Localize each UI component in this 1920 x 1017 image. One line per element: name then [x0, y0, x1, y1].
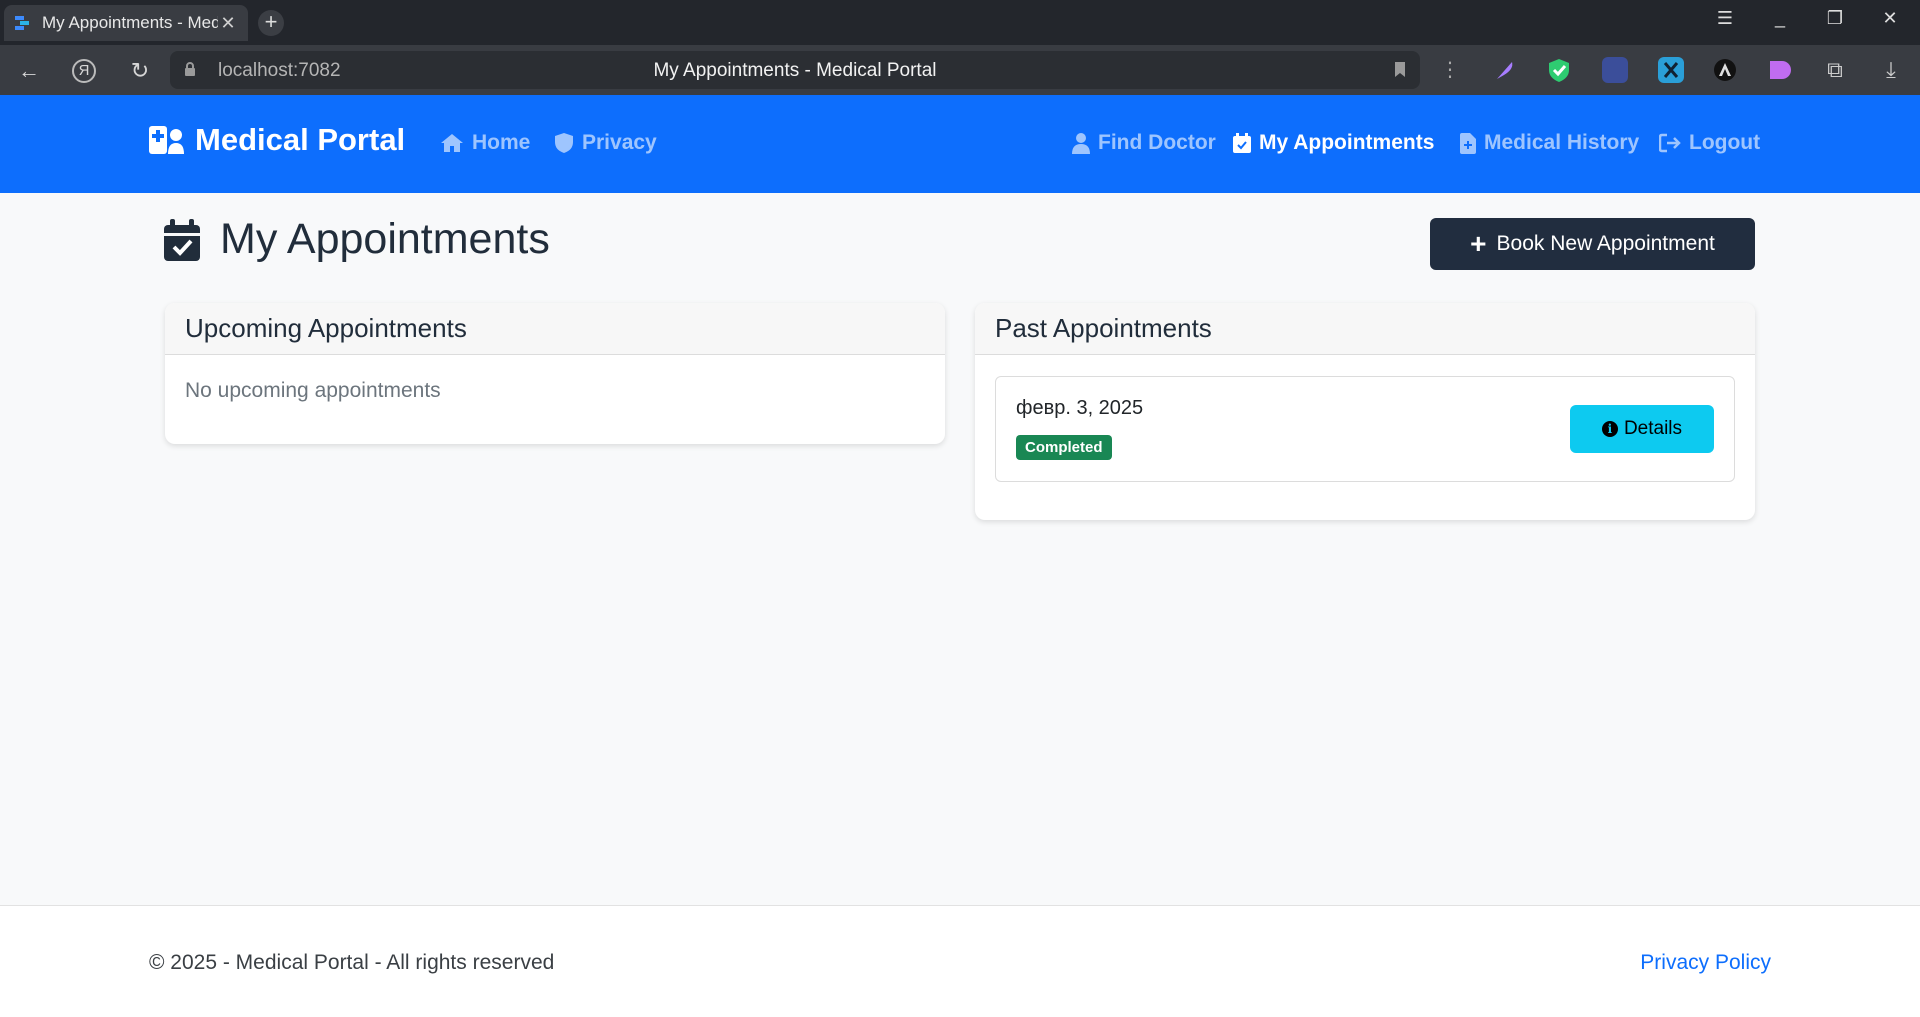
page-title-text: My Appointments — [220, 215, 550, 263]
shield-icon — [555, 133, 573, 153]
extensions-puzzle-icon[interactable]: ⧉ — [1822, 57, 1848, 83]
nav-home-label: Home — [472, 131, 531, 154]
angular-extension-icon[interactable] — [1712, 57, 1738, 83]
nav-my-appointments[interactable]: My Appointments — [1233, 131, 1434, 155]
copyright-text: © 2025 - Medical Portal - All rights res… — [149, 951, 555, 974]
restore-button[interactable]: ❐ — [1815, 8, 1855, 29]
more-icon[interactable]: ⋮ — [1440, 57, 1460, 83]
calendar-check-icon — [1233, 133, 1251, 153]
user-medical-icon — [149, 126, 184, 154]
nav-privacy[interactable]: Privacy — [554, 131, 657, 155]
gradient-extension-icon[interactable] — [1766, 57, 1792, 83]
adblock-shield-icon[interactable] — [1546, 57, 1572, 83]
upcoming-appointments-card: Upcoming Appointments No upcoming appoin… — [165, 303, 945, 444]
privacy-policy-link[interactable]: Privacy Policy — [1640, 951, 1771, 975]
home-icon — [441, 134, 463, 152]
browser-address-bar: ← Я ↻ localhost:7082 My Appointments - M… — [0, 45, 1920, 95]
upcoming-card-header: Upcoming Appointments — [165, 303, 945, 355]
past-card-header: Past Appointments — [975, 303, 1755, 355]
extension-icon[interactable] — [1602, 57, 1628, 83]
user-doctor-icon — [1072, 132, 1090, 154]
new-tab-button[interactable]: + — [258, 10, 284, 36]
plus-icon: + — [1470, 228, 1487, 259]
x-extension-icon[interactable] — [1658, 57, 1684, 83]
nav-find-doctor-label: Find Doctor — [1098, 131, 1216, 154]
nav-logout-label: Logout — [1689, 131, 1761, 154]
site-favicon-icon — [14, 14, 32, 32]
minimize-button[interactable]: _ — [1760, 8, 1800, 29]
book-new-appointment-button[interactable]: + Book New Appointment — [1430, 218, 1755, 270]
download-icon[interactable]: ⤓ — [1878, 57, 1904, 83]
footer: © 2025 - Medical Portal - All rights res… — [0, 905, 1920, 1017]
list-item: февр. 3, 2025 Completed i Details — [995, 376, 1735, 482]
details-button-label: Details — [1623, 418, 1683, 439]
book-button-label: Book New Appointment — [1496, 232, 1715, 255]
file-medical-icon — [1460, 132, 1476, 154]
reload-icon[interactable]: ↻ — [126, 57, 154, 85]
nav-privacy-label: Privacy — [582, 131, 657, 154]
back-icon[interactable]: ← — [15, 57, 43, 85]
nav-medical-history[interactable]: Medical History — [1460, 131, 1639, 155]
browser-tab[interactable]: My Appointments - Medical Portal ✕ — [4, 5, 248, 41]
calendar-check-icon — [164, 218, 200, 261]
omnibox[interactable]: localhost:7082 My Appointments - Medical… — [170, 51, 1420, 89]
past-appointments-card: Past Appointments февр. 3, 2025 Complete… — [975, 303, 1755, 520]
status-badge: Completed — [1016, 435, 1112, 460]
appointment-date: февр. 3, 2025 — [1016, 397, 1144, 419]
nav-medical-history-label: Medical History — [1484, 131, 1640, 154]
nav-find-doctor[interactable]: Find Doctor — [1072, 131, 1216, 155]
nav-home[interactable]: Home — [440, 131, 530, 155]
brand-link[interactable]: Medical Portal — [149, 122, 405, 158]
bookmark-icon[interactable] — [1394, 61, 1406, 78]
yandex-icon[interactable]: Я — [72, 59, 96, 83]
feather-extension-icon[interactable] — [1492, 57, 1518, 83]
omnibox-page-title: My Appointments - Medical Portal — [653, 60, 937, 81]
page-title: My Appointments — [164, 215, 550, 264]
no-upcoming-text: No upcoming appointments — [185, 379, 441, 402]
sign-out-icon — [1659, 133, 1681, 153]
tab-close-icon[interactable]: ✕ — [218, 13, 238, 34]
browser-tab-bar: My Appointments - Medical Portal ✕ + ☰ _… — [0, 0, 1920, 45]
nav-logout[interactable]: Logout — [1659, 131, 1760, 155]
browser-menu-icon[interactable]: ☰ — [1705, 8, 1745, 29]
details-button[interactable]: i Details — [1570, 405, 1714, 453]
tab-title: My Appointments - Medical Portal — [42, 13, 218, 32]
info-circle-icon: i — [1601, 421, 1618, 437]
brand-name: Medical Portal — [195, 122, 406, 157]
site-navbar: Medical Portal Home Privacy Find Doctor … — [0, 95, 1920, 193]
close-window-button[interactable]: ✕ — [1870, 8, 1910, 29]
nav-my-appointments-label: My Appointments — [1259, 131, 1435, 154]
